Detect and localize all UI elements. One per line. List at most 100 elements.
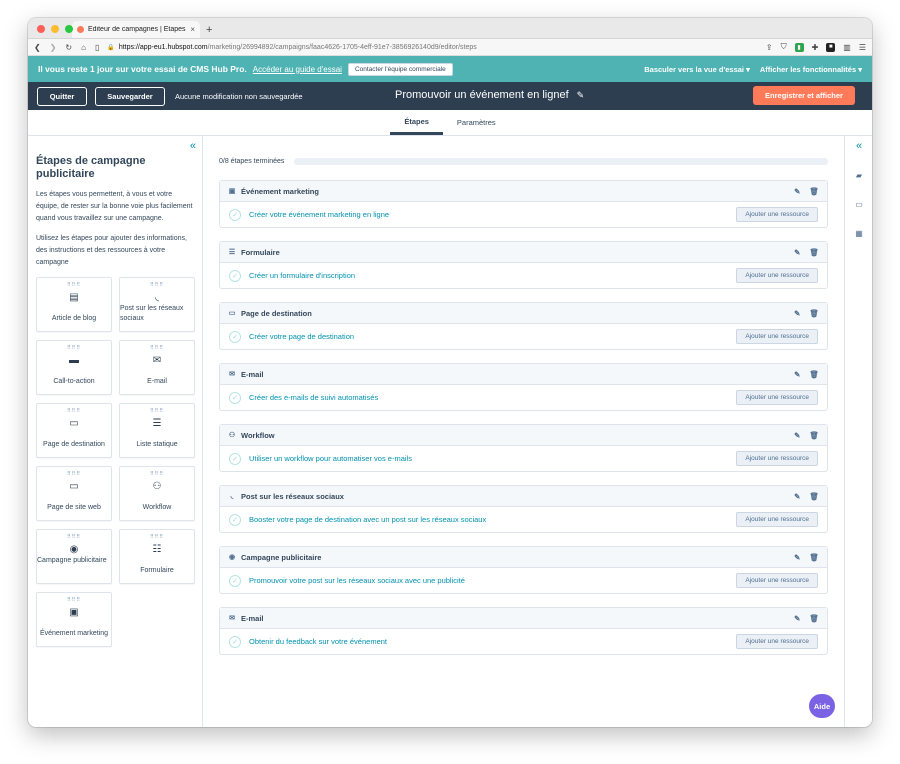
delete-step-icon[interactable]: 🗑 bbox=[809, 370, 819, 379]
edit-step-icon[interactable]: ✎ bbox=[794, 492, 800, 501]
tile-landing-page[interactable]: ⠿⠿⠿ ▭ Page de destination bbox=[36, 403, 112, 458]
delete-step-icon[interactable]: 🗑 bbox=[809, 492, 819, 501]
expand-rail-icon[interactable]: « bbox=[845, 140, 872, 152]
extension-dark-icon[interactable]: ■ bbox=[826, 42, 836, 52]
delete-step-icon[interactable]: 🗑 bbox=[809, 187, 819, 196]
tile-ad-campaign[interactable]: ⠿⠿⠿ ◉ Campagne publicitaire bbox=[36, 529, 112, 584]
delete-step-icon[interactable]: 🗑 bbox=[809, 614, 819, 623]
minimize-window-button[interactable] bbox=[51, 25, 59, 33]
delete-step-icon[interactable]: 🗑 bbox=[809, 309, 819, 318]
save-button[interactable]: Sauvegarder bbox=[95, 86, 165, 106]
add-resource-button[interactable]: Ajouter une ressource bbox=[736, 634, 818, 649]
help-button[interactable]: Aide bbox=[809, 694, 835, 718]
share-icon[interactable]: ⇪ bbox=[766, 43, 773, 52]
check-icon[interactable]: ✓ bbox=[229, 330, 241, 343]
drag-handle-icon[interactable]: ⠿⠿⠿ bbox=[150, 345, 164, 351]
pencil-edit-icon[interactable]: ✎ bbox=[577, 90, 585, 101]
step-action-link[interactable]: Créer un formulaire d'inscription bbox=[249, 271, 355, 280]
trial-guide-link[interactable]: Accéder au guide d'essai bbox=[253, 65, 342, 74]
tile-label: Post sur les réseaux sociaux bbox=[120, 305, 184, 322]
edit-step-icon[interactable]: ✎ bbox=[794, 370, 800, 379]
tile-static-list[interactable]: ⠿⠿⠿ ☰ Liste statique bbox=[119, 403, 195, 458]
add-resource-button[interactable]: Ajouter une ressource bbox=[736, 512, 818, 527]
home-icon[interactable]: ⌂ bbox=[81, 43, 86, 52]
browser-icon[interactable]: ▭ bbox=[845, 200, 872, 209]
edit-step-icon[interactable]: ✎ bbox=[794, 248, 800, 257]
step-action-link[interactable]: Créer votre événement marketing en ligne bbox=[249, 210, 389, 219]
edit-step-icon[interactable]: ✎ bbox=[794, 431, 800, 440]
tile-blog-post[interactable]: ⠿⠿⠿ ▤ Article de blog bbox=[36, 277, 112, 332]
tab-steps[interactable]: Étapes bbox=[390, 117, 443, 135]
step-action-link[interactable]: Obtenir du feedback sur votre événement bbox=[249, 637, 387, 646]
tile-cta[interactable]: ⠿⠿⠿ ▬ Call-to-action bbox=[36, 340, 112, 395]
add-resource-button[interactable]: Ajouter une ressource bbox=[736, 329, 818, 344]
check-icon[interactable]: ✓ bbox=[229, 452, 241, 465]
drag-handle-icon[interactable]: ⠿⠿⠿ bbox=[67, 408, 81, 414]
extension-green-icon[interactable]: ▮ bbox=[794, 42, 804, 52]
comments-icon[interactable]: ▰ bbox=[845, 171, 872, 180]
drag-handle-icon[interactable]: ⠿⠿⠿ bbox=[67, 597, 81, 603]
drag-handle-icon[interactable]: ⠿⠿⠿ bbox=[150, 282, 164, 288]
tile-website-page[interactable]: ⠿⠿⠿ ▭ Page de site web bbox=[36, 466, 112, 521]
tile-social-post[interactable]: ⠿⠿⠿ ◟ Post sur les réseaux sociaux bbox=[119, 277, 195, 332]
new-tab-button[interactable]: + bbox=[206, 24, 212, 36]
check-icon[interactable]: ✓ bbox=[229, 635, 241, 648]
add-resource-button[interactable]: Ajouter une ressource bbox=[736, 573, 818, 588]
delete-step-icon[interactable]: 🗑 bbox=[809, 248, 819, 257]
tile-email[interactable]: ⠿⠿⠿ ✉ E-mail bbox=[119, 340, 195, 395]
sidebar-toggle-icon[interactable]: ▥ bbox=[843, 43, 851, 52]
edit-step-icon[interactable]: ✎ bbox=[794, 614, 800, 623]
back-icon[interactable]: ❮ bbox=[34, 43, 41, 52]
tile-workflow[interactable]: ⠿⠿⠿ ⚇ Workflow bbox=[119, 466, 195, 521]
delete-step-icon[interactable]: 🗑 bbox=[809, 431, 819, 440]
browser-tab[interactable]: Éditeur de campagnes | Étapes × bbox=[72, 21, 200, 38]
delete-step-icon[interactable]: 🗑 bbox=[809, 553, 819, 562]
drag-handle-icon[interactable]: ⠿⠿⠿ bbox=[150, 471, 164, 477]
drag-handle-icon[interactable]: ⠿⠿⠿ bbox=[67, 534, 81, 540]
contact-sales-button[interactable]: Contacter l'équipe commerciale bbox=[347, 62, 453, 76]
drag-handle-icon[interactable]: ⠿⠿⠿ bbox=[150, 408, 164, 414]
tile-form[interactable]: ⠿⠿⠿ ☷ Formulaire bbox=[119, 529, 195, 584]
save-and-view-button[interactable]: Enregistrer et afficher bbox=[753, 86, 855, 105]
edit-step-icon[interactable]: ✎ bbox=[794, 187, 800, 196]
url-host: https://app-eu1.hubspot.com bbox=[118, 43, 208, 51]
edit-step-icon[interactable]: ✎ bbox=[794, 553, 800, 562]
close-tab-icon[interactable]: × bbox=[190, 25, 195, 34]
bookmark-icon[interactable]: ▯ bbox=[95, 43, 99, 52]
address-bar[interactable]: 🔒 https://app-eu1.hubspot.com/marketing/… bbox=[107, 44, 758, 51]
add-resource-button[interactable]: Ajouter une ressource bbox=[736, 268, 818, 283]
check-icon[interactable]: ✓ bbox=[229, 513, 241, 526]
add-resource-button[interactable]: Ajouter une ressource bbox=[736, 207, 818, 222]
drag-handle-icon[interactable]: ⠿⠿⠿ bbox=[67, 345, 81, 351]
forward-icon[interactable]: ❯ bbox=[50, 43, 57, 52]
puzzle-icon[interactable]: ✚ bbox=[812, 43, 819, 52]
step-action-link[interactable]: Créer des e-mails de suivi automatisés bbox=[249, 393, 378, 402]
quit-button[interactable]: Quitter bbox=[37, 86, 87, 106]
drag-handle-icon[interactable]: ⠿⠿⠿ bbox=[150, 534, 164, 540]
step-action-link[interactable]: Booster votre page de destination avec u… bbox=[249, 515, 486, 524]
check-icon[interactable]: ✓ bbox=[229, 208, 241, 221]
drag-handle-icon[interactable]: ⠿⠿⠿ bbox=[67, 282, 81, 288]
check-icon[interactable]: ✓ bbox=[229, 391, 241, 404]
calendar-icon[interactable]: ▦ bbox=[845, 229, 872, 238]
collapse-sidebar-icon[interactable]: « bbox=[190, 140, 196, 152]
edit-step-icon[interactable]: ✎ bbox=[794, 309, 800, 318]
step-action-link[interactable]: Créer votre page de destination bbox=[249, 332, 354, 341]
step-action-link[interactable]: Utiliser un workflow pour automatiser vo… bbox=[249, 454, 412, 463]
close-window-button[interactable] bbox=[37, 25, 45, 33]
brave-shield-icon[interactable]: ⛉ bbox=[781, 42, 787, 52]
menu-icon[interactable]: ☰ bbox=[859, 43, 866, 52]
add-resource-button[interactable]: Ajouter une ressource bbox=[736, 451, 818, 466]
check-icon[interactable]: ✓ bbox=[229, 574, 241, 587]
tile-marketing-event[interactable]: ⠿⠿⠿ ▣ Événement marketing bbox=[36, 592, 112, 647]
maximize-window-button[interactable] bbox=[65, 25, 73, 33]
reload-icon[interactable]: ↻ bbox=[65, 43, 72, 52]
step-action-link[interactable]: Promouvoir votre post sur les réseaux so… bbox=[249, 576, 465, 585]
add-resource-button[interactable]: Ajouter une ressource bbox=[736, 390, 818, 405]
switch-trial-view-dropdown[interactable]: Basculer vers la vue d'essai ▾ bbox=[644, 65, 750, 74]
tab-settings[interactable]: Paramètres bbox=[443, 118, 510, 135]
campaign-title[interactable]: Promouvoir un événement en lignef ✎ bbox=[395, 89, 584, 101]
drag-handle-icon[interactable]: ⠿⠿⠿ bbox=[67, 471, 81, 477]
show-features-dropdown[interactable]: Afficher les fonctionnalités ▾ bbox=[760, 65, 862, 74]
check-icon[interactable]: ✓ bbox=[229, 269, 241, 282]
